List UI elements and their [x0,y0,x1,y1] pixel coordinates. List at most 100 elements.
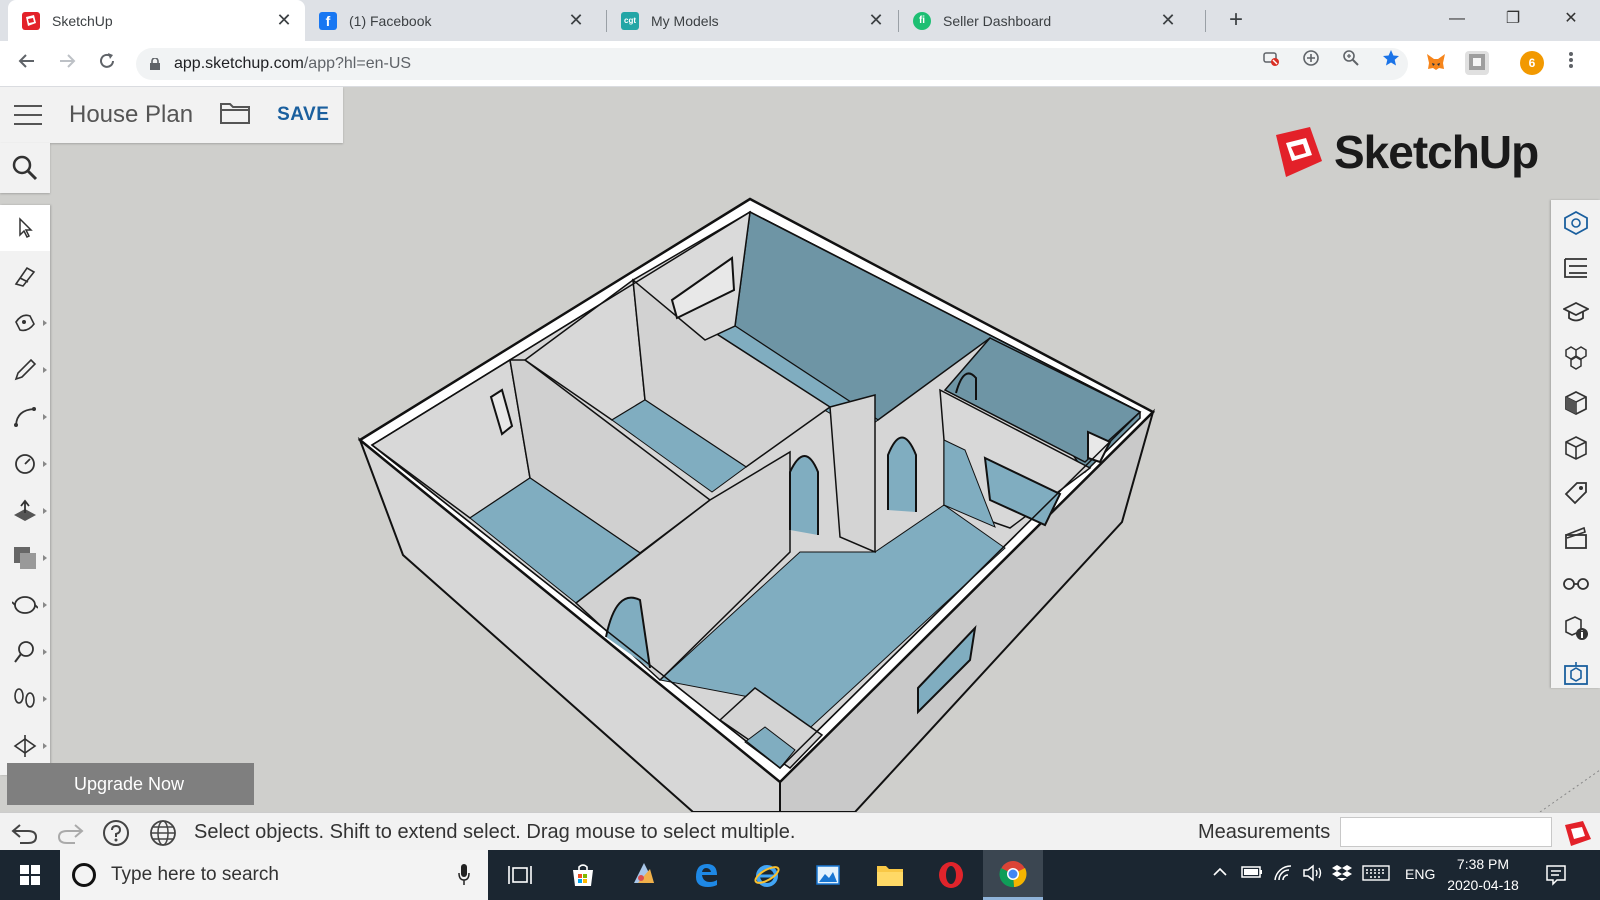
search-button[interactable] [0,143,50,193]
tape-measure-tool[interactable] [0,441,50,487]
restore-button[interactable]: ❐ [1490,0,1536,38]
file-explorer-app[interactable] [860,850,920,900]
close-icon[interactable]: ✕ [567,10,585,31]
internet-explorer-app[interactable] [737,850,797,900]
tags-button[interactable] [1551,470,1600,515]
tab-sketchup[interactable]: SketchUp ✕ [8,0,305,41]
dropbox-icon[interactable] [1332,864,1352,885]
clock-time: 7:38 PM [1456,856,1510,872]
scenes-button[interactable] [1551,515,1600,560]
edge-icon [696,864,717,887]
entity-info-button[interactable] [1551,200,1600,245]
tab-my-models[interactable]: cgt My Models ✕ [607,0,897,41]
materials-button[interactable] [1551,380,1600,425]
zoom-icon[interactable] [1342,49,1360,67]
reload-icon [100,53,114,68]
upgrade-now-button[interactable]: Upgrade Now [7,763,254,805]
scenes-icon [1564,526,1587,549]
close-icon[interactable]: ✕ [275,10,293,31]
reload-button[interactable] [93,50,121,78]
model-viewport[interactable] [0,87,1600,812]
url-host: app.sketchup.com [174,55,304,72]
photos-app[interactable] [798,850,858,900]
new-tab-button[interactable]: + [1222,6,1250,34]
extension-puzzle-icon[interactable] [1465,51,1489,75]
battery-icon[interactable] [1241,864,1263,883]
outliner-icon [1563,257,1587,278]
arc-tool[interactable] [0,394,50,440]
document-title[interactable]: House Plan [69,101,193,129]
back-arrow-icon [18,54,34,68]
chrome-app[interactable] [983,850,1043,900]
install-app-icon[interactable] [1302,49,1320,67]
outliner-button[interactable] [1551,245,1600,290]
search-icon [12,155,38,181]
paint-bucket-tool[interactable] [0,300,50,346]
instructor-button[interactable] [1551,290,1600,335]
tray-expand-icon[interactable] [1212,864,1228,883]
fiverr-icon: fi [913,11,931,30]
display-button[interactable] [1551,560,1600,605]
caret-icon [43,555,47,561]
windows-logo-icon [20,865,40,885]
microphone-icon[interactable] [458,864,470,886]
offset-tool[interactable] [0,535,50,581]
components-button[interactable] [1551,335,1600,380]
store-app[interactable] [553,850,613,900]
taskbar-search[interactable]: Type here to search [60,850,488,900]
close-icon[interactable]: ✕ [1159,10,1177,31]
help-button[interactable] [101,819,131,847]
pencil-tool[interactable] [0,347,50,393]
hamburger-menu-icon[interactable] [14,105,42,125]
address-bar[interactable]: app.sketchup.com/app?hl=en-US [136,48,1408,80]
select-tool[interactable] [0,205,50,251]
redo-button[interactable] [55,819,85,847]
forward-button[interactable] [53,50,81,78]
edge-app[interactable] [676,850,736,900]
profile-avatar[interactable]: 6 [1520,51,1544,75]
tape-measure-tool-icon [15,454,35,474]
undo-icon [11,824,38,844]
wifi-icon[interactable] [1273,864,1293,885]
tab-seller-dashboard[interactable]: fi Seller Dashboard ✕ [899,0,1189,41]
solid-inspector-icon [1563,661,1588,685]
paint-icon [634,863,654,883]
globe-icon [150,820,176,846]
back-button[interactable] [13,50,41,78]
opera-icon [939,862,963,888]
close-icon[interactable]: ✕ [867,10,885,31]
position-camera-tool[interactable] [0,629,50,675]
volume-icon[interactable] [1302,864,1324,885]
push-pull-tool[interactable] [0,488,50,534]
orbit-tool[interactable] [0,582,50,628]
undo-button[interactable] [10,819,40,847]
language-button[interactable] [148,819,178,847]
caret-icon [43,320,47,326]
open-folder-icon[interactable] [219,101,251,130]
save-button[interactable]: SAVE [277,104,329,126]
display-icon [1562,577,1589,590]
measurements-input[interactable] [1340,817,1552,847]
language-indicator[interactable]: ENG [1405,866,1435,882]
keyboard-icon[interactable] [1362,864,1390,885]
paint-app[interactable] [614,850,674,900]
model-info-button[interactable] [1551,605,1600,650]
document-titlebar: House Plan SAVE [0,87,343,143]
blocked-content-icon[interactable] [1262,49,1280,67]
opera-app[interactable] [921,850,981,900]
task-view-button[interactable] [490,850,550,900]
window-close-button[interactable]: ✕ [1548,0,1594,38]
tab-facebook[interactable]: f (1) Facebook ✕ [305,0,597,41]
walk-tool[interactable] [0,676,50,722]
entity-info-icon [1563,210,1588,235]
minimize-button[interactable]: — [1434,0,1480,38]
eraser-tool[interactable] [0,253,50,299]
metamask-icon[interactable] [1424,51,1448,75]
bookmark-star-icon[interactable] [1382,49,1400,67]
chrome-menu-icon[interactable] [1562,51,1580,69]
notifications-icon[interactable] [1545,864,1567,886]
start-button[interactable] [0,850,60,900]
clock[interactable]: 7:38 PM 2020-04-18 [1443,854,1523,896]
styles-button[interactable] [1551,425,1600,470]
solid-inspector-button[interactable] [1551,650,1600,695]
